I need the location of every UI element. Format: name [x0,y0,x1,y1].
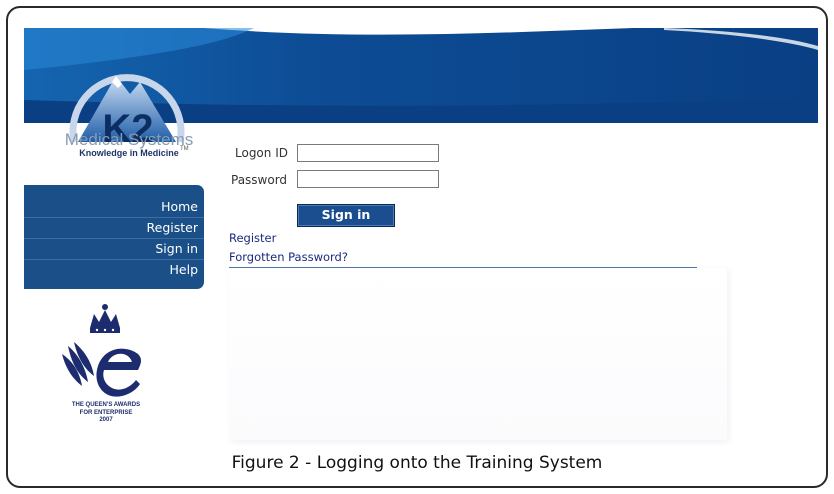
award-caption: THE QUEEN'S AWARDS FOR ENTERPRISE 2007 [48,402,164,425]
nav-item-register[interactable]: Register [24,217,204,238]
crown-icon [90,304,120,333]
nav-item-sign-in[interactable]: Sign in [24,238,204,259]
nav-item-help[interactable]: Help [24,259,204,280]
logo-text-block: Medical Systems Knowledge in Medicine [54,130,204,158]
brand-name: Medical Systems [64,130,194,149]
screenshot-area: K2 TM Medical Systems Knowledge in Medic… [24,28,818,446]
wing-e-icon [62,342,141,397]
logon-id-label: Logon ID [235,146,288,160]
content-panel [229,268,727,440]
register-link[interactable]: Register [229,231,276,245]
forgotten-password-link[interactable]: Forgotten Password? [229,250,348,264]
award-line-1: THE QUEEN'S AWARDS [71,402,141,408]
nav-item-home[interactable]: Home [24,197,204,217]
sign-in-button[interactable]: Sign in [297,204,395,227]
sidebar-nav: Home Register Sign in Help [24,185,204,289]
award-line-2: FOR ENTERPRISE [79,409,133,416]
award-line-3: 2007 [99,417,113,423]
logon-id-input[interactable] [297,144,439,162]
figure-caption: Figure 2 - Logging onto the Training Sys… [231,453,603,473]
brand-tagline: Knowledge in Medicine [79,148,179,158]
password-label: Password [231,173,288,187]
password-input[interactable] [297,170,439,188]
